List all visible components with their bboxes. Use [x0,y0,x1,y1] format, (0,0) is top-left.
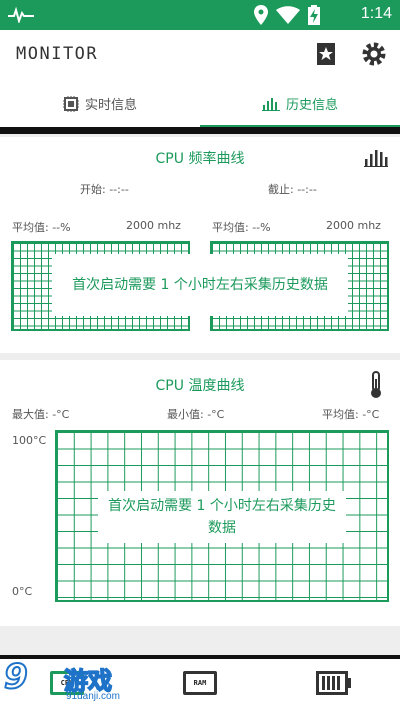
tab-label: 历史信息 [285,98,338,113]
card-title: CPU 温度曲线 [155,378,245,394]
activity-pulse-icon [8,7,34,23]
app-title: MONITOR [16,44,99,64]
end-time: 截止: --:-- [268,183,317,196]
collecting-notice: 首次启动需要 1 个小时左右采集历史数据 [52,254,348,316]
cpu-frequency-card: CPU 频率曲线 开始: --:-- 截止: --:-- 平均值: --% 20… [0,137,400,353]
status-bar: 1:14 [0,0,400,30]
average-temperature: 平均值: -°C [322,408,380,421]
bar-chart-icon[interactable] [364,149,388,167]
site-watermark: 9 游戏 91danji.com [3,655,144,710]
divider [0,127,400,134]
location-icon [254,5,268,25]
bookmark-star-icon[interactable] [316,42,336,66]
tab-bar: 实时信息 历史信息 [0,80,400,130]
tab-history[interactable]: 历史信息 [200,80,400,127]
right-max-frequency: 2000 mhz [326,219,381,232]
card-title: CPU 频率曲线 [155,151,245,167]
tab-label: 实时信息 [84,98,137,113]
watermark-logo: 9 [3,656,29,698]
ram-label: RAM [193,679,207,687]
y-axis-max: 100°C [12,434,47,447]
thermometer-icon[interactable] [369,371,383,399]
battery-icon[interactable] [316,671,352,695]
min-temperature: 最小值: -°C [167,408,225,421]
collecting-notice: 首次启动需要 1 个小时左右采集历史数据 [98,491,346,543]
left-average: 平均值: --% [12,221,71,234]
bar-chart-icon [261,97,280,111]
right-average: 平均值: --% [212,221,271,234]
ram-chip-icon[interactable]: RAM [183,671,217,695]
chip-icon [62,95,79,112]
settings-gear-icon[interactable] [362,42,386,66]
status-icons [254,5,320,25]
watermark-url: 91danji.com [66,691,120,702]
start-time: 开始: --:-- [80,183,129,196]
max-temperature: 最大值: -°C [12,408,70,421]
wifi-icon [276,6,300,24]
cpu-temperature-card: CPU 温度曲线 最大值: -°C 最小值: -°C 平均值: -°C 100°… [0,360,400,626]
battery-charging-icon [308,5,320,25]
app-bar: MONITOR [0,30,400,80]
y-axis-min: 0°C [12,585,33,598]
left-max-frequency: 2000 mhz [126,219,181,232]
clock: 1:14 [360,5,392,22]
tab-realtime[interactable]: 实时信息 [0,80,200,127]
